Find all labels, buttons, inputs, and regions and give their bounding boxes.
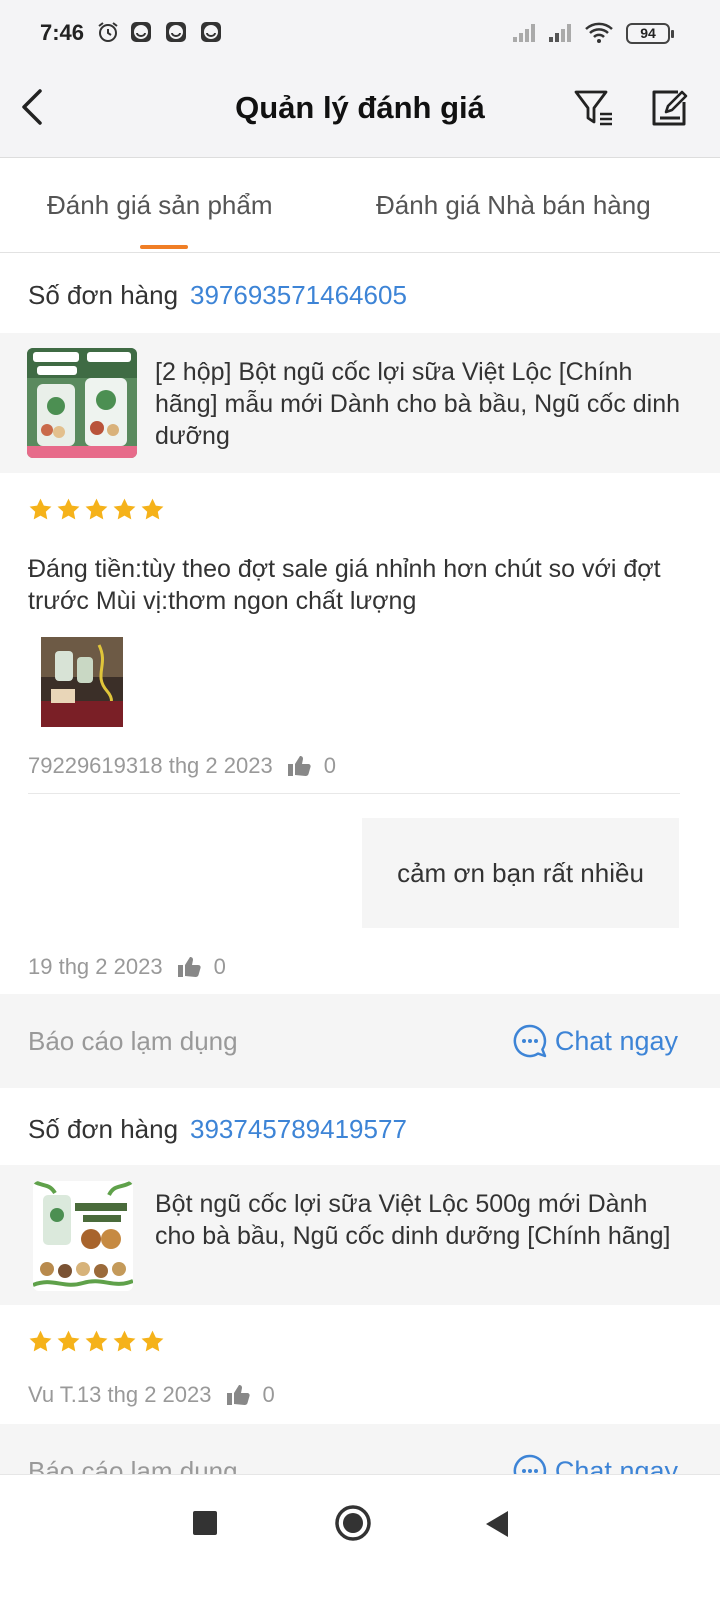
system-navigation-bar (0, 1474, 720, 1600)
like-count: 0 (323, 753, 336, 778)
star-icon (29, 1330, 52, 1352)
order-row: Số đơn hàng 397693571464605 (0, 254, 720, 334)
review-date: 79229619318 thg 2 2023 (28, 753, 273, 778)
order-number-link[interactable]: 397693571464605 (190, 280, 407, 311)
back-triangle-icon[interactable] (484, 1509, 510, 1539)
app-notification-icon (166, 22, 186, 42)
app-notification-icon (201, 22, 221, 42)
reply-meta: 19 thg 2 2023 0 (28, 952, 226, 982)
product-card[interactable]: Bột ngũ cốc lợi sữa Việt Lộc 500g mới Dà… (0, 1165, 720, 1305)
order-number-link[interactable]: 393745789419577 (190, 1114, 407, 1145)
alarm-icon (98, 22, 118, 42)
order-label: Số đơn hàng (28, 280, 179, 310)
seller-reply: cảm ơn bạn rất nhiều (362, 818, 679, 928)
status-bar: 7:46 94 (0, 0, 720, 68)
battery-indicator: 94 (626, 23, 674, 44)
signal-icon (513, 24, 535, 42)
review-meta: Vu T.13 thg 2 2023 0 (28, 1380, 275, 1410)
signal-icon (549, 24, 571, 42)
tab-product-reviews[interactable]: Đánh giá sản phẩm (47, 190, 272, 221)
review-actions: Báo cáo lạm dụng Chat ngay (0, 994, 720, 1088)
like-count: 0 (262, 1382, 275, 1407)
divider (28, 793, 680, 794)
review-photo[interactable] (41, 637, 123, 727)
star-icon (29, 498, 52, 520)
reply-text: cảm ơn bạn rất nhiều (397, 858, 644, 888)
chat-bubble-icon (513, 1024, 547, 1058)
star-icon (141, 498, 164, 520)
filter-icon[interactable] (572, 86, 616, 130)
product-card[interactable]: [2 hộp] Bột ngũ cốc lợi sữa Việt Lộc [Ch… (0, 333, 720, 473)
star-icon (85, 1330, 108, 1352)
like-icon[interactable] (287, 755, 311, 777)
order-label: Số đơn hàng (28, 1114, 179, 1144)
star-rating (28, 497, 165, 525)
like-icon[interactable] (177, 956, 201, 978)
product-name: Bột ngũ cốc lợi sữa Việt Lộc 500g mới Dà… (155, 1190, 671, 1250)
recent-apps-icon[interactable] (192, 1510, 218, 1536)
write-review-icon[interactable] (648, 86, 690, 130)
order-row: Số đơn hàng 393745789419577 (0, 1088, 720, 1168)
status-time: 7:46 (40, 20, 85, 45)
wifi-icon (585, 22, 613, 43)
report-abuse-link[interactable]: Báo cáo lạm dụng (28, 1026, 238, 1057)
star-rating (28, 1329, 165, 1357)
star-icon (113, 498, 136, 520)
like-icon[interactable] (226, 1384, 250, 1406)
header: Quản lý đánh giá (0, 68, 720, 158)
star-icon (57, 498, 80, 520)
tab-seller-reviews[interactable]: Đánh giá Nhà bán hàng (376, 190, 651, 221)
home-icon[interactable] (334, 1504, 372, 1542)
product-name: [2 hộp] Bột ngũ cốc lợi sữa Việt Lộc [Ch… (155, 358, 681, 450)
tab-bar: Đánh giá sản phẩm Đánh giá Nhà bán hàng (0, 158, 720, 253)
like-count: 0 (213, 954, 226, 979)
reply-date: 19 thg 2 2023 (28, 954, 163, 979)
product-thumbnail (27, 348, 137, 458)
chat-now-label: Chat ngay (554, 1025, 678, 1056)
review-text: Đáng tiền:tùy theo đợt sale giá nhỉnh hơ… (28, 555, 661, 615)
review-meta: 79229619318 thg 2 2023 0 (28, 751, 336, 781)
product-thumbnail (33, 1181, 133, 1291)
app-notification-icon (131, 22, 151, 42)
star-icon (141, 1330, 164, 1352)
star-icon (113, 1330, 136, 1352)
star-icon (57, 1330, 80, 1352)
chat-now-button[interactable]: Chat ngay (513, 1024, 678, 1058)
star-icon (85, 498, 108, 520)
active-tab-indicator (140, 245, 188, 249)
review-date: Vu T.13 thg 2 2023 (28, 1382, 212, 1407)
